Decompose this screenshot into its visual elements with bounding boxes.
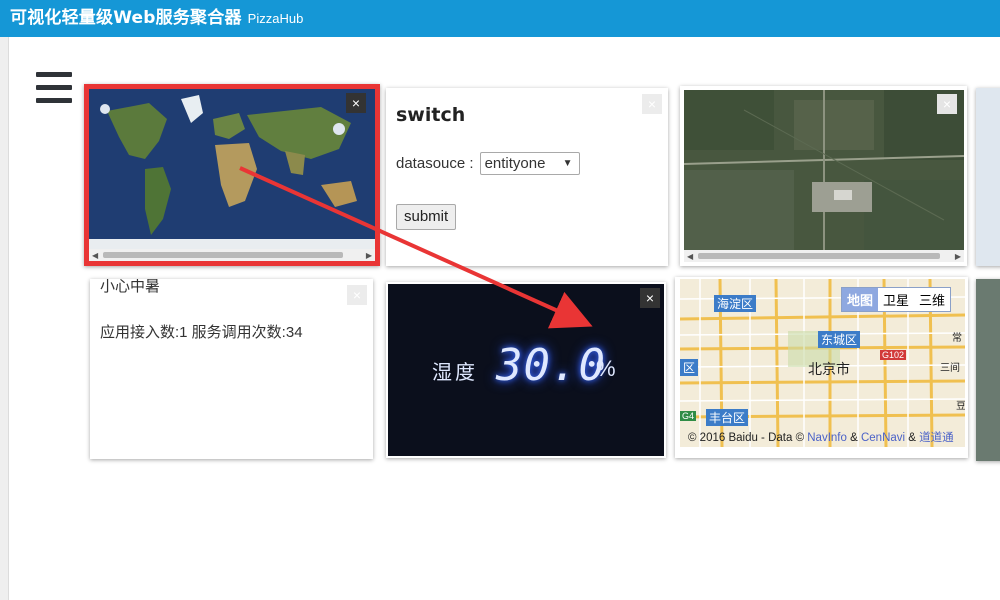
- tab-satellite[interactable]: 卫星: [878, 288, 914, 311]
- menu-bar: [36, 85, 72, 90]
- close-button[interactable]: ×: [347, 285, 367, 305]
- map-label: 三间: [940, 363, 960, 374]
- app-header: 可视化轻量级Web服务聚合器 PizzaHub: [0, 0, 1000, 37]
- partial-widget: [976, 88, 1000, 266]
- copyright-text: © 2016 Baidu - Data ©: [688, 432, 805, 444]
- menu-bar: [36, 72, 72, 77]
- switch-heading: switch: [396, 104, 466, 126]
- scroll-left-icon[interactable]: ◀: [687, 252, 693, 261]
- tab-3d[interactable]: 三维: [914, 288, 950, 311]
- world-map-image: [89, 89, 375, 249]
- datasource-label: datasouce :: [396, 155, 474, 172]
- map-attribution: © 2016 Baidu - Data © NavInfo & CenNavi …: [688, 429, 954, 445]
- map-label: 东城区: [818, 331, 861, 348]
- humidity-value: 30.0: [496, 340, 606, 391]
- map-label: 豆: [956, 401, 965, 412]
- horizontal-scrollbar[interactable]: ◀ ▶: [684, 250, 964, 262]
- scroll-thumb[interactable]: [103, 252, 343, 258]
- humidity-label: 湿度: [432, 362, 478, 384]
- menu-bar: [36, 98, 72, 103]
- partial-widget: [976, 279, 1000, 461]
- attribution-separator: &: [850, 432, 858, 444]
- datasource-select[interactable]: entityone ▼: [479, 152, 580, 175]
- humidity-unit: %: [596, 356, 616, 381]
- scroll-right-icon[interactable]: ▶: [366, 251, 372, 260]
- tab-map[interactable]: 地图: [842, 288, 879, 311]
- app-title: 可视化轻量级Web服务聚合器: [10, 8, 242, 28]
- close-button[interactable]: ×: [937, 94, 957, 114]
- datasource-row: datasouce : entityone ▼: [396, 152, 580, 175]
- satellite-map-widget[interactable]: × ◀ ▶: [680, 86, 967, 266]
- weather-text-widget: 小心中暑 × 应用接入数:1 服务调用次数:34: [90, 279, 373, 459]
- road-label: G4: [680, 411, 697, 421]
- app-subtitle: PizzaHub: [247, 11, 304, 26]
- daodao-link[interactable]: 道道通: [919, 432, 954, 444]
- switch-widget: switch × datasouce : entityone ▼ submit: [386, 88, 668, 266]
- map-label: 区: [680, 359, 699, 376]
- humidity-widget: 湿度 30.0 % ×: [386, 282, 666, 458]
- datasource-value: entityone: [484, 155, 546, 172]
- close-button[interactable]: ×: [642, 94, 662, 114]
- weather-tip: 小心中暑: [100, 279, 161, 295]
- scroll-right-icon[interactable]: ▶: [955, 252, 961, 261]
- attribution-separator: &: [908, 432, 916, 444]
- submit-button[interactable]: submit: [396, 204, 457, 230]
- cennavi-link[interactable]: CenNavi: [861, 432, 905, 444]
- menu-icon[interactable]: [36, 72, 72, 104]
- dropdown-caret-icon: ▼: [562, 158, 573, 169]
- world-map-widget[interactable]: × ◀ ▶: [84, 84, 380, 266]
- left-rail: [0, 37, 9, 600]
- scroll-left-icon[interactable]: ◀: [92, 251, 98, 260]
- usage-stats: 应用接入数:1 服务调用次数:34: [100, 324, 303, 341]
- baidu-map-widget[interactable]: 海淀区 东城区 北京市 丰台区 区 三间 常 豆 G102 G4 © 2016 …: [675, 277, 968, 458]
- satellite-image: [684, 90, 964, 250]
- map-label: 海淀区: [714, 295, 757, 312]
- horizontal-scrollbar[interactable]: ◀ ▶: [89, 249, 375, 261]
- map-label: 北京市: [808, 361, 850, 377]
- map-label: 丰台区: [706, 409, 749, 426]
- map-label: 常: [952, 333, 962, 344]
- map-type-tabs: 地图 卫星 三维: [841, 287, 952, 312]
- navinfo-link[interactable]: NavInfo: [807, 432, 847, 444]
- road-label: G102: [880, 350, 907, 360]
- close-button[interactable]: ×: [640, 288, 660, 308]
- close-button[interactable]: ×: [346, 93, 366, 113]
- scroll-thumb[interactable]: [698, 253, 940, 259]
